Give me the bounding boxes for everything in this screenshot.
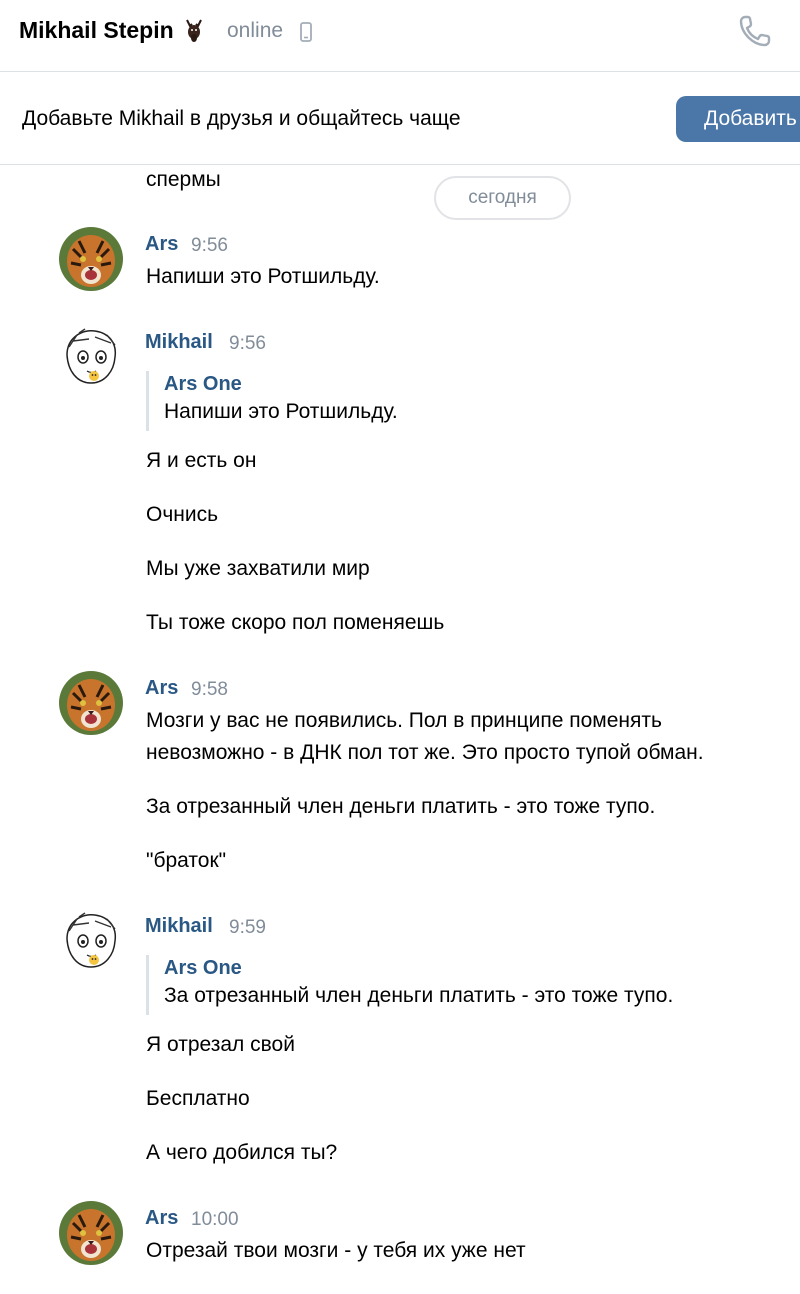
message-time[interactable]: 9:59 (229, 917, 266, 939)
message-text: А чего добился ты? (146, 1141, 338, 1164)
online-status: online (227, 19, 284, 42)
message-time[interactable]: 10:00 (191, 1209, 239, 1231)
message-text: За отрезанный член деньги платить - это … (146, 795, 656, 818)
message-text: Напиши это Ротшильду. (146, 265, 380, 288)
message-author[interactable]: Mikhail (145, 915, 213, 938)
reply-quote[interactable]: Ars One За отрезанный член деньги платит… (146, 955, 786, 1015)
anime-sketch-avatar-icon (59, 909, 123, 973)
add-friend-button[interactable]: Добавить (676, 96, 800, 142)
message-author[interactable]: Ars (145, 233, 178, 256)
message-text: "браток" (146, 849, 227, 872)
phone-call-icon[interactable] (736, 12, 774, 50)
message-time[interactable]: 9:56 (229, 333, 266, 355)
message-author[interactable]: Mikhail (145, 331, 213, 354)
message-text: Отрезай твои мозги - у тебя их уже нет (146, 1239, 526, 1262)
quote-text: За отрезанный член деньги платить - это … (164, 984, 674, 1007)
deer-emoji-icon (186, 19, 202, 42)
avatar[interactable] (59, 909, 123, 973)
date-separator: сегодня (434, 176, 571, 220)
reply-quote[interactable]: Ars One Напиши это Ротшильду. (146, 371, 786, 431)
message-text: Я отрезал свой (146, 1033, 295, 1056)
contact-name[interactable]: Mikhail Stepin (19, 17, 174, 44)
avatar[interactable] (59, 325, 123, 389)
tiger-avatar-icon (59, 227, 123, 291)
avatar[interactable] (59, 227, 123, 291)
message-text: невозможно - в ДНК пол тот же. Это прост… (146, 741, 704, 764)
quote-author[interactable]: Ars One (164, 371, 786, 397)
quote-author[interactable]: Ars One (164, 955, 786, 981)
message-history[interactable]: спермы сегодня Ars 9:56 Напиши это Ротши… (0, 166, 800, 1294)
anime-sketch-avatar-icon (59, 325, 123, 389)
message-text: Мы уже захватили мир (146, 557, 370, 580)
mobile-phone-icon (300, 22, 312, 42)
avatar[interactable] (59, 671, 123, 735)
add-friend-prompt: Добавьте Mikhail в друзья и общайтесь ча… (22, 107, 461, 130)
message-text: Ты тоже скоро пол поменяешь (146, 611, 445, 634)
tiger-avatar-icon (59, 1201, 123, 1265)
add-friend-banner: Добавьте Mikhail в друзья и общайтесь ча… (0, 72, 800, 165)
message-author[interactable]: Ars (145, 677, 178, 700)
message-time[interactable]: 9:58 (191, 679, 228, 701)
message-text: Очнись (146, 503, 219, 526)
message-time[interactable]: 9:56 (191, 235, 228, 257)
message-text: Мозги у вас не появились. Пол в принципе… (146, 709, 662, 732)
quote-text: Напиши это Ротшильду. (164, 400, 398, 423)
tiger-avatar-icon (59, 671, 123, 735)
message-author[interactable]: Ars (145, 1207, 178, 1230)
message-text: спермы (146, 168, 221, 191)
chat-header: Mikhail Stepin online (0, 0, 800, 72)
avatar[interactable] (59, 1201, 123, 1265)
message-text: Бесплатно (146, 1087, 250, 1110)
message-text: Я и есть он (146, 449, 257, 472)
